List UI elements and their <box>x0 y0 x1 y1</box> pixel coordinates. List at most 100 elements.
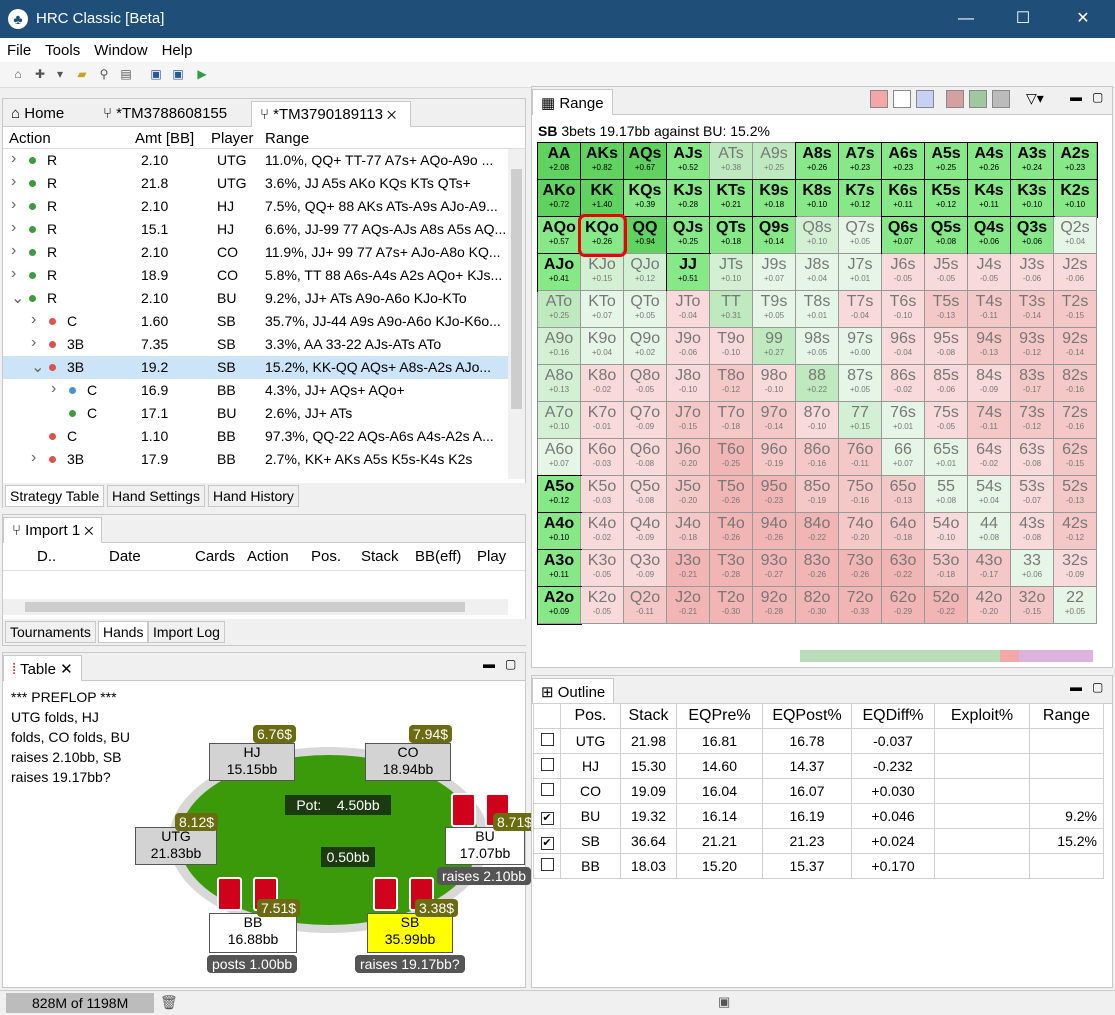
strategy-row[interactable]: C 1.10 BB 97.3%, QQ-22 AQs-A6s A4s-A2s A... <box>3 425 508 448</box>
menu-window[interactable]: Window <box>87 38 154 59</box>
hand-cell[interactable]: 77 +0.15 <box>839 402 882 439</box>
run-icon[interactable]: ▶ <box>194 66 210 82</box>
col-check[interactable] <box>533 703 561 729</box>
hand-cell[interactable]: A3s +0.24 <box>1010 142 1055 181</box>
task-icon[interactable]: ▣ <box>718 994 730 1010</box>
hand-cell[interactable]: T4s -0.11 <box>968 291 1011 328</box>
hand-cell[interactable]: AQs +0.67 <box>623 142 668 181</box>
col-exploit[interactable]: Exploit% <box>934 703 1030 729</box>
hand-cell[interactable]: Q3o -0.09 <box>624 550 667 587</box>
hand-cell[interactable]: AQo +0.57 <box>537 216 582 255</box>
hand-cell[interactable]: 22 +0.05 <box>1054 587 1097 624</box>
hand-cell[interactable]: 95s -0.08 <box>925 328 968 365</box>
expand-icon[interactable]: › <box>11 150 16 168</box>
strategy-row[interactable]: C 17.1 BU 2.6%, JJ+ ATs <box>3 402 508 425</box>
hand-cell[interactable]: 94o -0.26 <box>753 513 796 550</box>
hand-cell[interactable]: 99 +0.27 <box>753 328 796 365</box>
hand-cell[interactable]: ATo +0.25 <box>538 291 581 328</box>
hand-cell[interactable]: KJo +0.15 <box>581 254 624 291</box>
hand-cell[interactable]: 32o -0.15 <box>1011 587 1054 624</box>
hand-cell[interactable]: Q6s +0.07 <box>881 216 926 255</box>
hand-cell[interactable]: 53s -0.07 <box>1011 476 1054 513</box>
filter-icon[interactable]: ▽▾ <box>1026 90 1044 107</box>
expand-icon[interactable]: › <box>31 449 36 467</box>
strategy-row[interactable]: › R 15.1 HJ 6.6%, JJ-99 77 AQs-AJs A8s A5s A… <box>3 218 508 241</box>
close-tab-icon[interactable]: ✕ <box>84 522 93 539</box>
hand-cell[interactable]: 85o -0.19 <box>796 476 839 513</box>
hand-cell[interactable]: AKs +0.82 <box>580 142 625 181</box>
hand-cell[interactable]: A6s +0.23 <box>881 142 926 181</box>
hand-cell[interactable]: K4o -0.02 <box>581 513 624 550</box>
hand-cell[interactable]: Q8s +0.10 <box>796 217 839 254</box>
hand-cell[interactable]: 86s -0.02 <box>882 365 925 402</box>
hand-cell[interactable]: J7o -0.15 <box>667 402 710 439</box>
seat-bu[interactable]: BU 17.07bb <box>445 827 525 865</box>
hand-cell[interactable]: A8o +0.13 <box>538 365 581 402</box>
hand-cell[interactable]: 42o -0.20 <box>968 587 1011 624</box>
strategy-row[interactable]: › C 16.9 BB 4.3%, JJ+ AQs+ AQo+ <box>3 379 508 402</box>
color-mode-3-icon[interactable] <box>992 90 1010 108</box>
hand-cell[interactable]: K3o -0.05 <box>581 550 624 587</box>
save-all-icon[interactable]: ▣ <box>170 66 186 82</box>
strategy-row[interactable]: › 3B 7.35 SB 3.3%, AA 33-22 AJs-ATs ATo <box>3 333 508 356</box>
hand-cell[interactable]: JTo -0.04 <box>667 291 710 328</box>
maximize-view-icon[interactable]: ▢ <box>1092 680 1103 694</box>
hand-cell[interactable]: 76s +0.01 <box>882 402 925 439</box>
hand-cell[interactable]: J8o -0.10 <box>667 365 710 402</box>
hand-cell[interactable]: 87s +0.05 <box>839 365 882 402</box>
hand-cell[interactable]: 64s -0.02 <box>968 439 1011 476</box>
hand-cell[interactable]: 74s -0.11 <box>968 402 1011 439</box>
col-range[interactable]: Range <box>265 130 309 147</box>
hand-cell[interactable]: Q7s +0.05 <box>839 217 882 254</box>
minimize-view-icon[interactable]: ▬ <box>1070 90 1082 104</box>
menu-file[interactable]: File <box>0 38 38 59</box>
hand-cell[interactable]: 55 +0.08 <box>925 476 968 513</box>
hand-cell[interactable]: J3o -0.21 <box>667 550 710 587</box>
menu-tools[interactable]: Tools <box>38 38 87 59</box>
hand-cell[interactable]: T6o -0.25 <box>710 439 753 476</box>
seat-utg[interactable]: UTG 21.83bb <box>135 827 217 865</box>
hand-cell[interactable]: Q6o -0.08 <box>624 439 667 476</box>
hand-cell[interactable]: Q5o -0.08 <box>624 476 667 513</box>
strategy-row[interactable]: › R 21.8 UTG 3.6%, JJ A5s AKo KQs KTs QTs+ <box>3 172 508 195</box>
hand-cell[interactable]: 98o -0.10 <box>753 365 796 402</box>
hand-cell[interactable]: 97s +0.00 <box>839 328 882 365</box>
tab-home[interactable]: ⌂ Home <box>3 101 72 127</box>
seat-hj[interactable]: HJ 15.15bb <box>209 743 295 781</box>
minimize-view-icon[interactable]: ▬ <box>1070 680 1082 694</box>
hand-cell[interactable]: AA +2.08 <box>537 142 582 181</box>
hand-cell[interactable]: T7o -0.18 <box>710 402 753 439</box>
hand-cell[interactable]: 85s -0.06 <box>925 365 968 402</box>
hand-cell[interactable]: K5s +0.12 <box>924 179 969 218</box>
hand-cell[interactable]: AJo +0.41 <box>537 253 582 292</box>
expand-icon[interactable]: › <box>11 265 16 283</box>
hand-cell[interactable]: QJo +0.12 <box>624 254 667 291</box>
col-stack[interactable]: Stack <box>361 548 399 565</box>
hand-cell[interactable]: A2o +0.09 <box>537 586 582 625</box>
col-d[interactable]: D.. <box>37 548 56 565</box>
col-stack[interactable]: Stack <box>620 703 677 729</box>
row-checkbox[interactable]: ✔ <box>540 836 554 850</box>
hand-cell[interactable]: 97o -0.14 <box>753 402 796 439</box>
hand-cell[interactable]: K5o -0.03 <box>581 476 624 513</box>
col-pos[interactable]: Pos. <box>560 703 621 729</box>
hand-cell[interactable]: J6s -0.05 <box>882 254 925 291</box>
hand-cell[interactable]: K6s +0.11 <box>881 179 926 218</box>
hand-cell[interactable]: QTs +0.18 <box>709 216 754 255</box>
hand-cell[interactable]: 72o -0.33 <box>839 587 882 624</box>
import-h-scrollbar[interactable] <box>3 599 508 615</box>
hand-cell[interactable]: J3s -0.06 <box>1011 254 1054 291</box>
col-eqpost[interactable]: EQPost% <box>762 703 852 729</box>
hand-cell[interactable]: J4o -0.18 <box>667 513 710 550</box>
hand-cell[interactable]: A4s +0.26 <box>967 142 1012 181</box>
strategy-row[interactable]: ⌄ 3B 19.2 SB 15.2%, KK-QQ AQs+ A8s-A2s AJo..… <box>3 356 508 379</box>
hand-cell[interactable]: J5s -0.05 <box>925 254 968 291</box>
hand-cell[interactable]: A4o +0.10 <box>537 512 582 551</box>
tab-tm-2[interactable]: ⑂ *TM3790189113 ✕ <box>251 101 411 127</box>
hand-cell[interactable]: Q3s +0.06 <box>1010 216 1055 255</box>
color-mode-1-icon[interactable] <box>946 90 964 108</box>
hand-cell[interactable]: Q5s +0.08 <box>924 216 969 255</box>
expand-icon[interactable]: › <box>11 219 16 237</box>
hand-cell[interactable]: 96o -0.19 <box>753 439 796 476</box>
hand-cell[interactable]: 63s -0.08 <box>1011 439 1054 476</box>
